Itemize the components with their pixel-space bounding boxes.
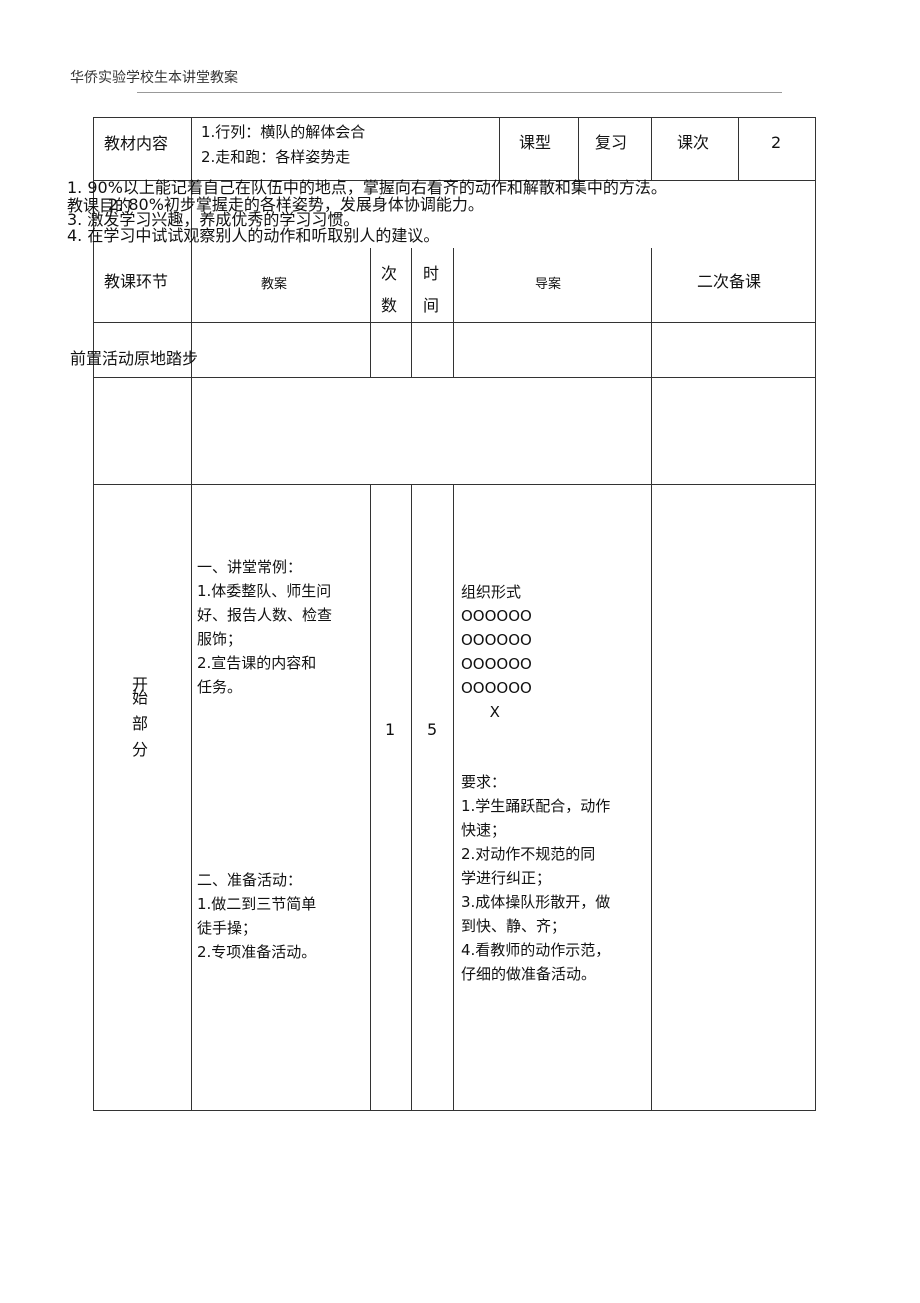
guide-requirements: 要求： 1.学生踊跃配合，动作 快速； 2.对动作不规范的同 学进行纠正； 3.… [461, 773, 611, 983]
plan-routine: 一、讲堂常例： 1.体委整队、师生问 好、报告人数、检查 服饰； 2.宣告课的内… [197, 558, 333, 696]
pre-activity-label: 前置活动原地踏步 [70, 349, 199, 368]
objective-item: 1. 90%以上能记着自己在队伍中的地点，掌握向右看齐的动作和解散和集中的方法。 [67, 178, 667, 197]
stage-start: 开 始 部 分 [132, 675, 149, 759]
col-guide: 导案 [535, 277, 562, 292]
lesson-plan-page: 华侨实验学校生本讲堂教案 教材内容 1.行列：横队的解体会合 2.走和跑：各样姿… [0, 0, 920, 1303]
col-stage: 教课环节 [104, 272, 169, 291]
lesson-no-label: 课次 [677, 133, 710, 152]
time-value: 5 [427, 720, 438, 739]
material-item: 2.走和跑：各样姿势走 [201, 148, 351, 166]
col-count: 次 数 [381, 264, 398, 315]
plan-warmup: 二、准备活动： 1.做二到三节简单 徒手操； 2.专项准备活动。 [197, 871, 317, 961]
objective-item: 4. 在学习中试试观察别人的动作和听取别人的建议。 [67, 226, 440, 245]
school-title: 华侨实验学校生本讲堂教案 [70, 70, 238, 86]
col-second-prep: 二次备课 [697, 272, 762, 291]
col-time: 时 间 [423, 264, 440, 315]
col-plan: 教案 [261, 277, 288, 292]
lesson-no-value: 2 [771, 133, 782, 152]
type-label: 课型 [519, 133, 552, 152]
count-value: 1 [385, 720, 396, 739]
type-value: 复习 [595, 133, 628, 152]
material-item: 1.行列：横队的解体会合 [201, 123, 366, 141]
material-label: 教材内容 [104, 134, 169, 153]
header-rule [137, 92, 782, 93]
guide-formation: 组织形式 OOOOOO OOOOOO OOOOOO OOOOOO X [461, 583, 532, 721]
